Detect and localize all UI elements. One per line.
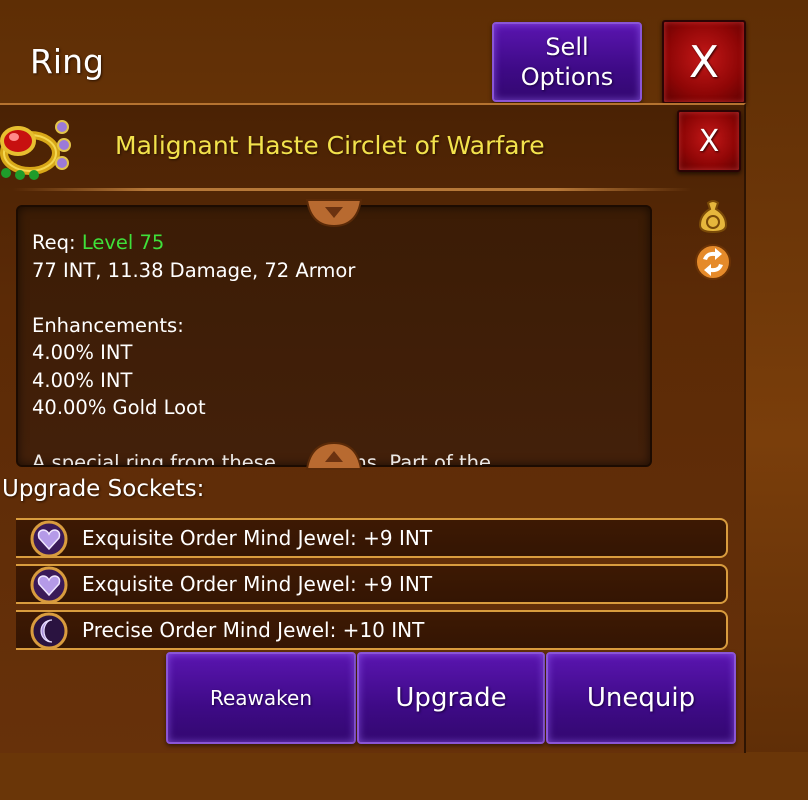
reawaken-button[interactable]: Reawaken [166,652,356,744]
socket-text: Exquisite Order Mind Jewel: +9 INT [82,572,433,596]
reawaken-label: Reawaken [209,686,313,710]
scroll-down-arrow-icon[interactable] [305,198,363,228]
gold-bag-icon[interactable] [694,197,732,235]
heart-gem-icon [30,566,68,604]
socket-slot-3[interactable]: Precise Order Mind Jewel: +10 INT [16,610,728,650]
req-label: Req: [32,231,76,254]
sell-options-line1: Sell [545,33,589,61]
close-window-label: X [688,36,720,88]
unequip-label: Unequip [586,683,696,713]
heart-gem-icon [30,520,68,558]
req-level: Level 75 [81,231,165,254]
socket-slot-1[interactable]: Exquisite Order Mind Jewel: +9 INT [16,518,728,558]
enhancement-item: 40.00% Gold Loot [32,396,206,419]
socket-text: Exquisite Order Mind Jewel: +9 INT [82,526,433,550]
bottom-strip [0,752,808,800]
unequip-button[interactable]: Unequip [546,652,736,744]
close-item-button[interactable]: X [677,110,741,172]
upgrade-button[interactable]: Upgrade [357,652,545,744]
description-partial-line: A special ring from these ... goblins. P… [32,451,492,467]
upgrade-sockets-label: Upgrade Sockets: [2,476,205,502]
ring-item-icon [0,120,71,180]
item-description-text: Req: Level 75 77 INT, 11.38 Damage, 72 A… [32,229,492,467]
enhancement-item: 4.00% INT [32,368,133,392]
page-title: Ring [30,42,104,81]
sell-options-button[interactable]: Sell Options [492,22,642,102]
scroll-up-arrow-icon[interactable] [305,441,363,471]
close-item-label: X [698,123,720,159]
stats-line: 77 INT, 11.38 Damage, 72 Armor [32,258,356,282]
socket-text: Precise Order Mind Jewel: +10 INT [82,618,425,642]
close-window-button[interactable]: X [662,20,746,104]
item-name: Malignant Haste Circlet of Warfare [115,131,545,160]
enhancement-item: 4.00% INT [32,341,133,364]
requirement-line: Req: Level 75 [32,229,491,257]
upgrade-label: Upgrade [395,683,507,713]
socket-slot-2[interactable]: Exquisite Order Mind Jewel: +9 INT [16,564,728,604]
crescent-gem-icon [30,612,68,650]
title-divider [12,188,692,191]
sell-options-line2: Options [520,63,614,91]
swap-arrows-icon[interactable] [694,243,732,281]
item-description-box[interactable]: Req: Level 75 77 INT, 11.38 Damage, 72 A… [16,205,652,467]
enhancements-label: Enhancements: [32,313,184,337]
